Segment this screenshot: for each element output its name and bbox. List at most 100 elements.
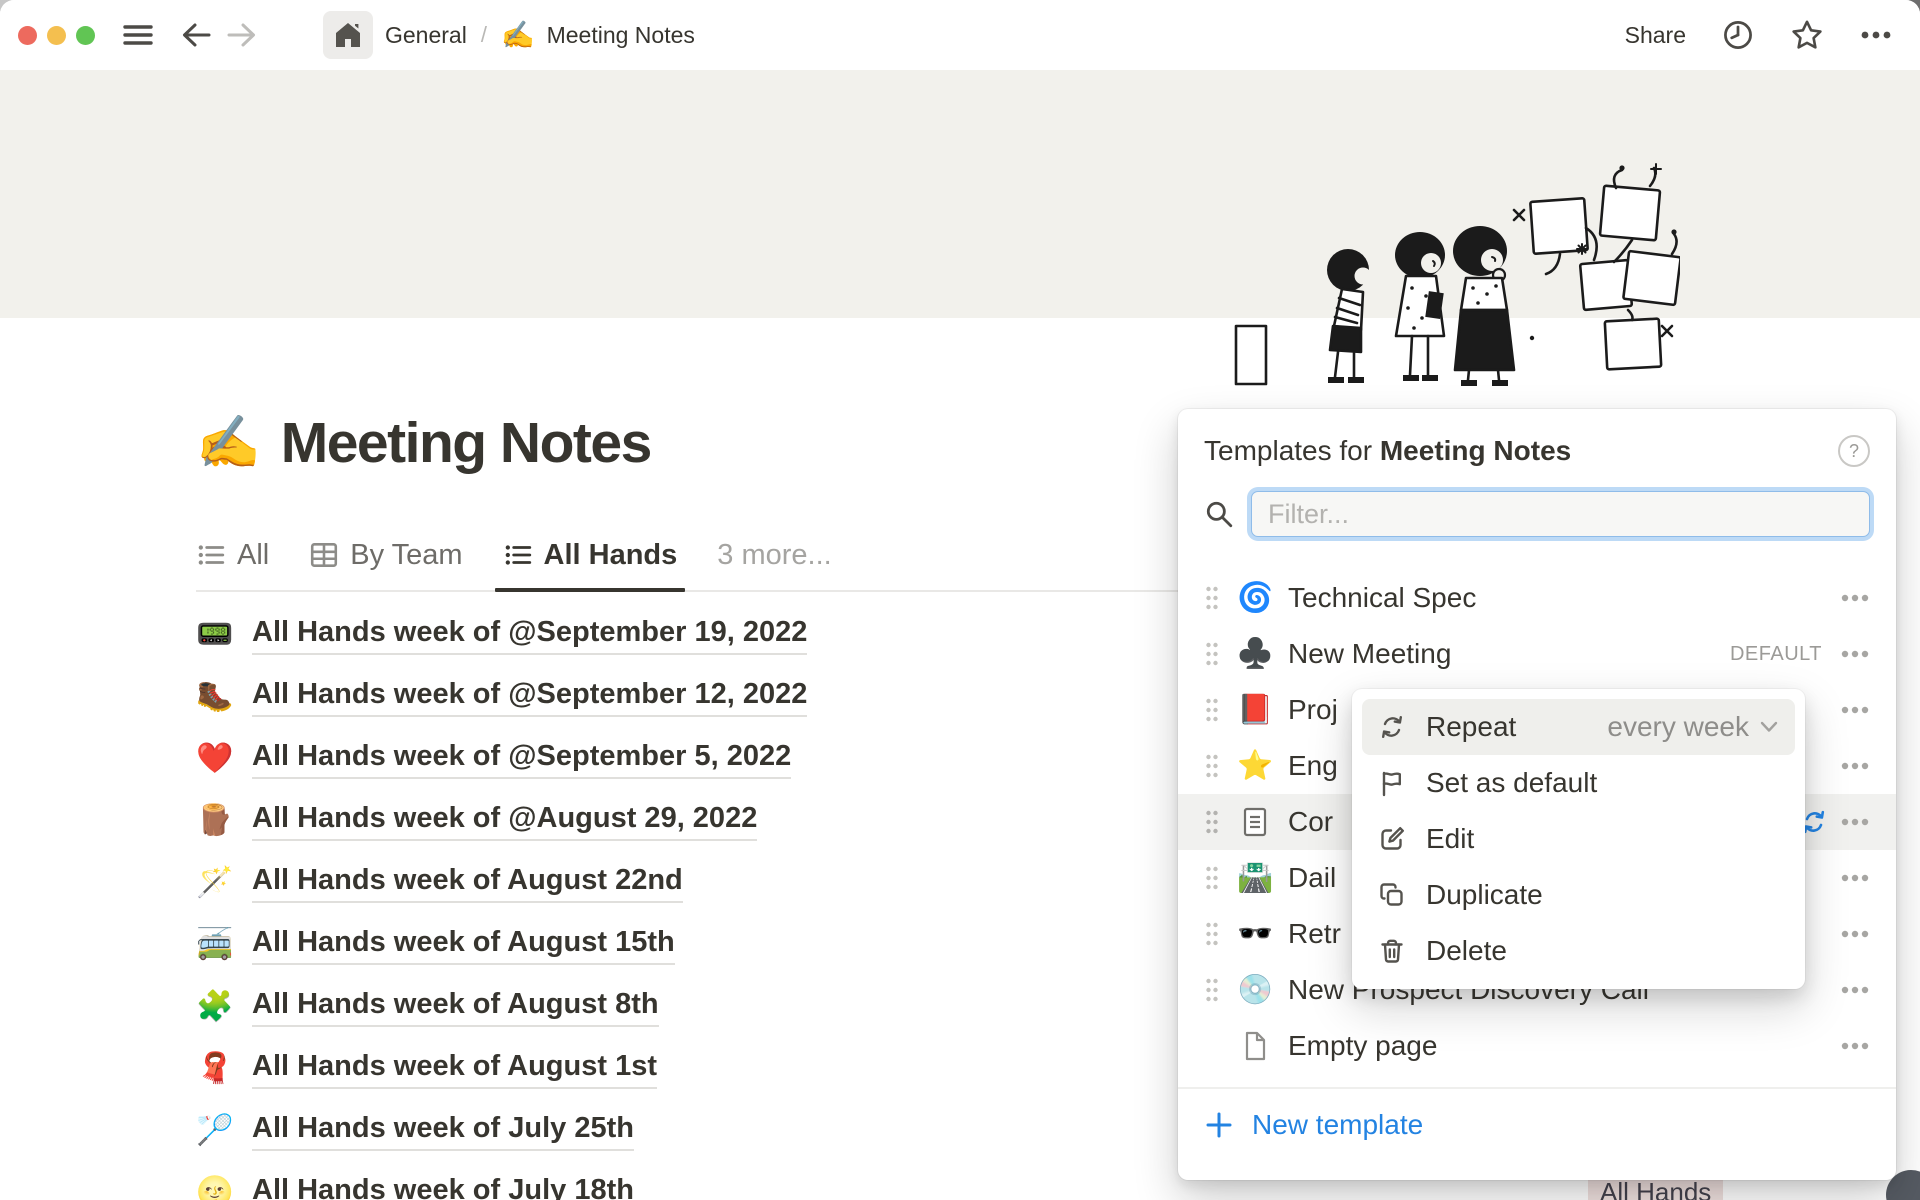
more-options-icon[interactable] bbox=[1860, 30, 1892, 40]
plus-icon bbox=[1204, 1110, 1234, 1140]
page-item-emoji: ❤️ bbox=[196, 744, 236, 774]
new-template-button[interactable]: New template bbox=[1178, 1089, 1896, 1161]
page-item-link[interactable]: All Hands week of @September 12, 2022 bbox=[252, 678, 807, 717]
page-item-link[interactable]: All Hands week of @September 19, 2022 bbox=[252, 616, 807, 655]
list-item[interactable]: 📟 All Hands week of @September 19, 2022 bbox=[196, 604, 807, 666]
menu-item-label: Set as default bbox=[1426, 767, 1597, 799]
page-item-emoji: 🧣 bbox=[196, 1054, 236, 1084]
template-row-empty-page[interactable]: Empty page bbox=[1178, 1018, 1896, 1074]
breadcrumb-root[interactable]: General bbox=[385, 22, 467, 49]
window-titlebar: General / ✍️ Meeting Notes Share bbox=[0, 0, 1920, 70]
popup-title-prefix: Templates for bbox=[1204, 435, 1380, 466]
page-item-link[interactable]: All Hands week of August 15th bbox=[252, 926, 675, 965]
page-item-link[interactable]: All Hands week of July 25th bbox=[252, 1112, 634, 1151]
favorite-star-icon[interactable] bbox=[1790, 19, 1824, 51]
more-views-button[interactable]: 3 more... bbox=[717, 518, 831, 592]
page-item-emoji: 📟 bbox=[196, 620, 236, 650]
page-item-emoji: 🥾 bbox=[196, 682, 236, 712]
list-item[interactable]: 🏸All Hands week of July 25th bbox=[196, 1100, 807, 1162]
list-item[interactable]: 🪵 All Hands week of @August 29, 2022 bbox=[196, 790, 807, 852]
list-item[interactable]: ❤️ All Hands week of @September 5, 2022 bbox=[196, 728, 807, 790]
template-emoji: 🌀 bbox=[1236, 584, 1274, 613]
sidebar-toggle-icon[interactable] bbox=[123, 23, 153, 47]
updates-clock-icon[interactable] bbox=[1722, 19, 1754, 51]
list-item[interactable]: 🪄 All Hands week of August 22nd bbox=[196, 852, 807, 914]
breadcrumb-page-emoji: ✍️ bbox=[501, 19, 535, 51]
drag-handle-icon[interactable] bbox=[1204, 585, 1220, 611]
template-emoji: ♣️ bbox=[1236, 640, 1274, 669]
row-more-options-icon[interactable] bbox=[1840, 649, 1870, 659]
page-item-emoji: 🪄 bbox=[196, 868, 236, 898]
page-header: ✍️ Meeting Notes bbox=[196, 410, 651, 476]
page-item-emoji: 🌝 bbox=[196, 1178, 236, 1200]
menu-item-duplicate[interactable]: Duplicate bbox=[1362, 867, 1795, 923]
page-item-link[interactable]: All Hands week of @September 5, 2022 bbox=[252, 740, 791, 779]
page-item-link[interactable]: All Hands week of @August 29, 2022 bbox=[252, 802, 757, 841]
row-more-options-icon[interactable] bbox=[1840, 593, 1870, 603]
drag-handle-icon[interactable] bbox=[1204, 921, 1220, 947]
drag-handle-icon[interactable] bbox=[1204, 641, 1220, 667]
template-label: New Meeting bbox=[1288, 638, 1730, 670]
list-item[interactable]: 🌝 All Hands week of July 18th bbox=[196, 1162, 807, 1200]
page-item-link[interactable]: All Hands week of August 22nd bbox=[252, 864, 683, 903]
list-item[interactable]: 🚎 All Hands week of August 15th bbox=[196, 914, 807, 976]
cover-illustration bbox=[1230, 158, 1680, 388]
row-more-options-icon[interactable] bbox=[1840, 705, 1870, 715]
drag-handle-icon[interactable] bbox=[1204, 753, 1220, 779]
row-more-options-icon[interactable] bbox=[1840, 985, 1870, 995]
home-button[interactable] bbox=[323, 11, 373, 59]
template-emoji: 📕 bbox=[1236, 696, 1274, 725]
list-view-icon bbox=[503, 540, 533, 570]
filter-input[interactable] bbox=[1251, 491, 1870, 537]
zoom-window-button[interactable] bbox=[76, 26, 95, 45]
tab-label: All Hands bbox=[544, 539, 678, 572]
list-item[interactable]: 🧩All Hands week of August 8th bbox=[196, 976, 807, 1038]
breadcrumb-page-title[interactable]: Meeting Notes bbox=[547, 22, 695, 49]
trash-icon bbox=[1378, 937, 1406, 965]
row-more-options-icon[interactable] bbox=[1840, 929, 1870, 939]
forward-icon[interactable] bbox=[227, 21, 257, 49]
help-icon[interactable]: ? bbox=[1838, 435, 1870, 467]
row-more-options-icon[interactable] bbox=[1840, 873, 1870, 883]
page-item-link[interactable]: All Hands week of August 1st bbox=[252, 1050, 657, 1089]
titlebar-actions: Share bbox=[1625, 19, 1892, 51]
repeat-frequency-dropdown[interactable]: every week bbox=[1607, 711, 1779, 743]
drag-handle-icon[interactable] bbox=[1204, 865, 1220, 891]
page-item-emoji: 🪵 bbox=[196, 806, 236, 836]
back-icon[interactable] bbox=[181, 21, 211, 49]
list-item[interactable]: 🥾 All Hands week of @September 12, 2022 bbox=[196, 666, 807, 728]
menu-item-repeat[interactable]: Repeat every week bbox=[1362, 699, 1795, 755]
page-emoji[interactable]: ✍️ bbox=[196, 417, 261, 469]
menu-item-delete[interactable]: Delete bbox=[1362, 923, 1795, 979]
drag-handle-icon[interactable] bbox=[1204, 697, 1220, 723]
menu-item-edit[interactable]: Edit bbox=[1362, 811, 1795, 867]
close-window-button[interactable] bbox=[18, 26, 37, 45]
tab-all-hands[interactable]: All Hands bbox=[503, 518, 678, 592]
list-view-icon bbox=[196, 540, 226, 570]
row-more-options-icon[interactable] bbox=[1840, 817, 1870, 827]
page-item-link[interactable]: All Hands week of July 18th bbox=[252, 1174, 634, 1200]
flag-icon bbox=[1378, 769, 1406, 797]
list-item[interactable]: 🧣 All Hands week of August 1st bbox=[196, 1038, 807, 1100]
share-button[interactable]: Share bbox=[1625, 22, 1686, 49]
menu-item-set-as-default[interactable]: Set as default bbox=[1362, 755, 1795, 811]
page-item-link[interactable]: All Hands week of August 8th bbox=[252, 988, 659, 1027]
page-cover[interactable] bbox=[0, 70, 1920, 318]
minimize-window-button[interactable] bbox=[47, 26, 66, 45]
duplicate-icon bbox=[1378, 881, 1406, 909]
search-icon bbox=[1204, 499, 1234, 529]
chevron-down-icon bbox=[1759, 720, 1779, 734]
table-view-icon bbox=[309, 540, 339, 570]
tab-by-team[interactable]: By Team bbox=[309, 518, 462, 592]
template-context-menu: Repeat every week Set as default Edit bbox=[1352, 689, 1805, 989]
tab-all[interactable]: All bbox=[196, 518, 269, 592]
row-more-options-icon[interactable] bbox=[1840, 761, 1870, 771]
drag-handle-icon[interactable] bbox=[1204, 809, 1220, 835]
page-title[interactable]: Meeting Notes bbox=[281, 410, 651, 476]
edit-icon bbox=[1378, 825, 1406, 853]
page-item-emoji: 🚎 bbox=[196, 930, 236, 960]
template-row[interactable]: 🌀 Technical Spec bbox=[1178, 570, 1896, 626]
row-more-options-icon[interactable] bbox=[1840, 1041, 1870, 1051]
drag-handle-icon[interactable] bbox=[1204, 977, 1220, 1003]
template-row[interactable]: ♣️ New Meeting DEFAULT bbox=[1178, 626, 1896, 682]
